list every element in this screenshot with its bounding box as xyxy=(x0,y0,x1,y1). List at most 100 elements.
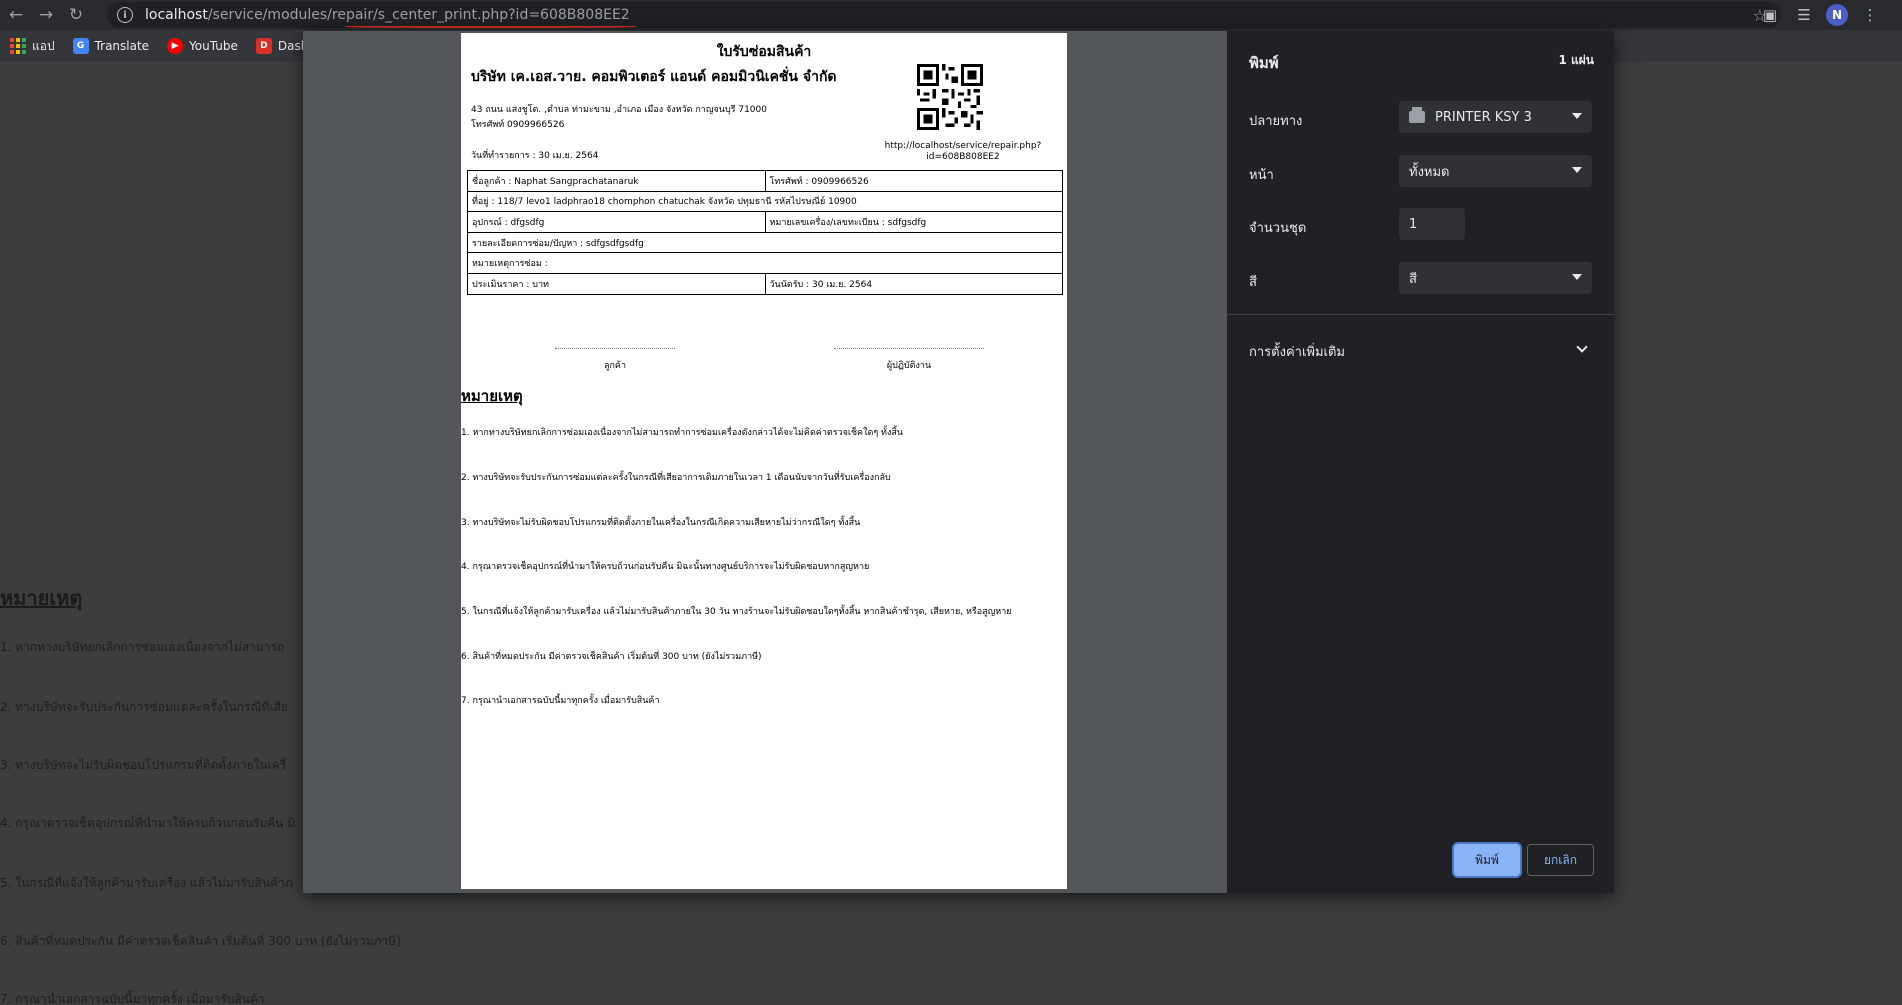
customer-phone-cell: โทรศัพท์ : 0909966526 xyxy=(764,170,1063,192)
table-row: รายละเอียดการซ่อม/ปัญหา : sdfgsdfgsdfg xyxy=(467,231,1063,254)
background-note: 5. ในกรณีที่แจ้งให้ลูกค้ามารับเครื่อง แล… xyxy=(0,876,293,890)
print-title: พิมพ์ xyxy=(1249,54,1279,72)
notes-title: หมายเหตุ xyxy=(461,387,523,405)
preview-page: ใบรับซ่อมสินค้า บริษัท เค.เอส.วาย. คอมพิ… xyxy=(461,33,1067,889)
table-row: ชื่อลูกค้า : Naphat Sangprachatanaruk โท… xyxy=(467,170,1063,192)
bookmark-label: แอป xyxy=(32,38,55,53)
background-notes-title: หมายเหตุ xyxy=(0,586,83,610)
note-item: 7. กรุณานำเอกสารฉบับนี้มาทุกครั้ง เมื่อม… xyxy=(461,696,660,706)
url-path: /service/modules/repair/s_center_print.p… xyxy=(207,7,630,23)
destination-value: PRINTER KSY 3 xyxy=(1435,109,1532,125)
receipt-title: ใบรับซ่อมสินค้า xyxy=(716,44,812,60)
serial-number-cell: หมายเลขเครื่อง/เลขทะเบียน : sdfgsdfg xyxy=(764,211,1063,233)
note-item: 5. ในกรณีที่แจ้งให้ลูกค้ามารับเครื่อง แล… xyxy=(461,607,1012,617)
color-select[interactable]: สี xyxy=(1399,262,1592,294)
print-preview-area[interactable]: ใบรับซ่อมสินค้า บริษัท เค.เอส.วาย. คอมพิ… xyxy=(303,31,1227,893)
signature-operator: ผู้ปฏิบัติงาน xyxy=(809,348,1009,372)
qr-url: http://localhost/service/repair.php? id=… xyxy=(861,141,1065,163)
table-row: ประเมินราคา : บาท วันนัดรับ : 30 เม.ย. 2… xyxy=(467,272,1063,295)
note-item: 1. หากทางบริษัทยกเลิกการซ่อมเองเนื่องจาก… xyxy=(461,428,903,438)
customer-name-cell: ชื่อลูกค้า : Naphat Sangprachatanaruk xyxy=(467,170,766,192)
destination-select[interactable]: PRINTER KSY 3 xyxy=(1399,101,1592,133)
pages-select[interactable]: ทั้งหมด xyxy=(1399,155,1592,187)
menu-kebab-icon[interactable]: ⋮ xyxy=(1858,3,1882,27)
settings-header: พิมพ์ 1 แผ่น xyxy=(1249,51,1594,75)
info-icon[interactable]: i xyxy=(117,7,133,23)
address-bar[interactable]: i localhost/service/modules/repair/s_cen… xyxy=(107,2,1781,28)
sheet-count: 1 แผ่น xyxy=(1558,53,1595,67)
table-row: ที่อยู่ : 118/7 levo1 ladphrao18 chompho… xyxy=(467,190,1063,213)
translate-icon: G xyxy=(72,38,89,54)
cancel-button[interactable]: ยกเลิก xyxy=(1527,844,1594,876)
media-queue-icon[interactable]: ☰ xyxy=(1792,3,1816,27)
pages-label: หน้า xyxy=(1249,168,1274,183)
background-note: 6. สินค้าที่หมดประกัน มีค่าตรวจเช็คสินค้… xyxy=(0,934,401,948)
appointment-date-cell: วันนัดรับ : 30 เม.ย. 2564 xyxy=(764,272,1063,295)
toolbar-right-icons: ▣ ☰ N ⋮ xyxy=(1758,0,1902,30)
note-item: 2. ทางบริษัทจะรับประกันการซ่อมแต่ละครั้ง… xyxy=(461,473,891,483)
dropdown-caret-icon xyxy=(1572,167,1582,173)
signature-line xyxy=(555,348,675,349)
bookmark-translate[interactable]: G Translate xyxy=(72,38,150,54)
forward-arrow-icon[interactable]: → xyxy=(32,1,60,29)
youtube-icon: ▶ xyxy=(167,38,184,54)
bookmark-apps[interactable]: แอป xyxy=(10,37,55,56)
print-settings-panel: พิมพ์ 1 แผ่น ปลายทาง PRINTER KSY 3 หน้า … xyxy=(1227,31,1614,893)
table-row: หมายเหตุการซ่อม : xyxy=(467,252,1063,274)
apps-grid-icon xyxy=(10,38,26,54)
bookmark-label: Translate xyxy=(94,39,150,53)
repair-info-table: ชื่อลูกค้า : Naphat Sangprachatanaruk โท… xyxy=(467,170,1063,295)
qr-url-line-2: id=608B808EE2 xyxy=(926,152,1000,162)
background-note: 3. ทางบริษัทจะไม่รับผิดชอบโปรแกรมที่ติดต… xyxy=(0,758,287,772)
note-item: 3. ทางบริษัทจะไม่รับผิดชอบโปรแกรมที่ติดต… xyxy=(461,518,861,528)
color-label: สี xyxy=(1249,275,1257,290)
pages-value: ทั้งหมด xyxy=(1409,164,1450,180)
reload-icon[interactable]: ↻ xyxy=(62,1,90,29)
print-button[interactable]: พิมพ์ xyxy=(1454,844,1520,876)
background-note: 2. ทางบริษัทจะรับประกันการซ่อมแต่ละครั้ง… xyxy=(0,700,288,714)
background-note: 4. กรุณาตรวจเช็คอุปกรณ์ที่นำมาให้ครบถ้วน… xyxy=(0,816,296,830)
repair-note-cell: หมายเหตุการซ่อม : xyxy=(467,252,1063,274)
bookmark-youtube[interactable]: ▶ YouTube xyxy=(167,38,238,54)
company-name: บริษัท เค.เอส.วาย. คอมพิวเตอร์ แอนด์ คอม… xyxy=(471,69,837,85)
copies-input[interactable] xyxy=(1399,208,1465,240)
price-estimate-cell: ประเมินราคา : บาท xyxy=(467,272,766,295)
more-settings-label: การตั้งค่าเพิ่มเติม xyxy=(1249,345,1345,360)
signature-customer: ลูกค้า xyxy=(515,348,715,372)
background-note: 1. หากทางบริษัทยกเลิกการซ่อมเองเนื่องจาก… xyxy=(0,640,285,654)
company-phone: โทรศัพท์ 0909966526 xyxy=(471,120,565,130)
print-dialog: ใบรับซ่อมสินค้า บริษัท เค.เอส.วาย. คอมพิ… xyxy=(303,31,1614,893)
back-arrow-icon[interactable]: ← xyxy=(2,1,30,29)
settings-divider xyxy=(1227,314,1614,315)
problem-detail-cell: รายละเอียดการซ่อม/ปัญหา : sdfgsdfgsdfg xyxy=(467,231,1063,254)
company-address: 43 ถนน แสงชูโต. ,ตำบล ท่ามะขาม ,อำเภอ เม… xyxy=(471,105,767,115)
dropdown-caret-icon xyxy=(1572,113,1582,119)
signature-label: ผู้ปฏิบัติงาน xyxy=(886,361,932,371)
bookmark-label: YouTube xyxy=(189,39,238,53)
transaction-date: วันที่ทำรายการ : 30 เม.ย. 2564 xyxy=(471,151,599,161)
browser-toolbar: ← → ↻ i localhost/service/modules/repair… xyxy=(0,0,1902,30)
more-settings-toggle[interactable]: การตั้งค่าเพิ่มเติม xyxy=(1249,341,1594,362)
qr-url-line-1: http://localhost/service/repair.php? xyxy=(884,141,1042,151)
qr-code-icon xyxy=(917,64,983,130)
device-cell: อุปกรณ์ : dfgsdfg xyxy=(467,211,766,233)
dashboard-icon: D xyxy=(255,38,272,54)
note-item: 6. สินค้าที่หมดประกัน มีค่าตรวจเช็คสินค้… xyxy=(461,652,762,662)
chevron-down-icon xyxy=(1576,341,1588,353)
destination-label: ปลายทาง xyxy=(1249,114,1303,129)
table-row: อุปกรณ์ : dfgsdfg หมายเลขเครื่อง/เลขทะเบ… xyxy=(467,211,1063,233)
color-value: สี xyxy=(1409,271,1417,287)
url-text[interactable]: localhost/service/modules/repair/s_cente… xyxy=(145,7,636,28)
background-note: 7. กรุณานำเอกสารฉบับนี้มาทุกครั้ง เมื่อม… xyxy=(0,992,265,1005)
signature-label: ลูกค้า xyxy=(603,361,627,371)
signature-line xyxy=(834,348,984,349)
customer-address-cell: ที่อยู่ : 118/7 levo1 ladphrao18 chompho… xyxy=(467,190,1063,213)
url-host: localhost xyxy=(145,7,208,23)
profile-avatar[interactable]: N xyxy=(1826,4,1848,26)
dropdown-caret-icon xyxy=(1572,274,1582,280)
printer-icon xyxy=(1409,107,1425,123)
red-underline-annotation xyxy=(345,25,636,28)
note-item: 4. กรุณาตรวจเช็คอุปกรณ์ที่นำมาให้ครบถ้วน… xyxy=(461,562,870,572)
extensions-puzzle-icon[interactable]: ▣ xyxy=(1758,3,1782,27)
browser-window: ← → ↻ i localhost/service/modules/repair… xyxy=(0,0,1902,1005)
